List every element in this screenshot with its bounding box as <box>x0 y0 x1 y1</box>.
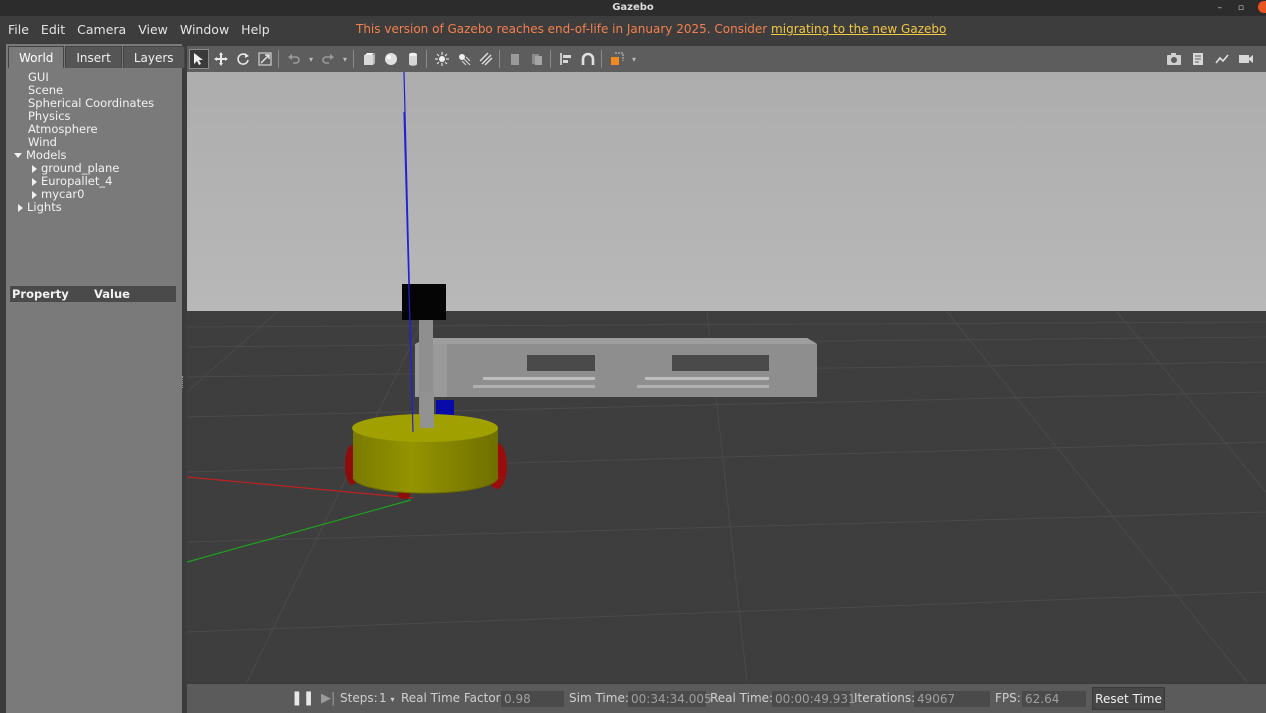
tree-item-label: Europallet_4 <box>41 174 113 188</box>
menu-help[interactable]: Help <box>237 22 274 37</box>
toolbar-separator <box>278 50 279 68</box>
select-arrow-icon[interactable] <box>189 49 209 69</box>
menu-camera[interactable]: Camera <box>73 22 130 37</box>
translate-icon[interactable] <box>211 49 231 69</box>
menu-view[interactable]: View <box>134 22 172 37</box>
fps-label: FPS: <box>995 691 1021 705</box>
eol-text: This version of Gazebo reaches end-of-li… <box>356 22 768 36</box>
world-tree: GUI Scene Spherical Coordinates Physics … <box>8 68 180 283</box>
expand-right-icon[interactable] <box>32 164 37 173</box>
reset-time-button[interactable]: Reset Time <box>1092 687 1165 710</box>
real-time-value: 00:00:49.931 <box>772 691 856 707</box>
close-button[interactable] <box>1258 1 1266 13</box>
title-bar: Gazebo <box>0 0 1266 16</box>
toolbar: ▾ ▾ ▾ <box>187 46 1266 72</box>
panel-splitter[interactable] <box>182 376 185 388</box>
europallet-model <box>415 338 817 397</box>
step-button[interactable]: ▶| <box>321 684 335 713</box>
scene-viewport[interactable] <box>187 72 1266 682</box>
rotate-icon[interactable] <box>233 49 253 69</box>
minimize-button[interactable]: – <box>1218 0 1223 16</box>
tree-item-label: mycar0 <box>41 187 85 201</box>
tree-item-lights[interactable]: Lights <box>18 201 62 214</box>
tab-insert[interactable]: Insert <box>65 46 122 68</box>
toolbar-separator <box>550 50 551 68</box>
undo-icon[interactable] <box>284 49 304 69</box>
left-panel-tabs: World Insert Layers <box>8 46 186 68</box>
migration-link[interactable]: migrating to the new Gazebo <box>771 22 946 36</box>
view-angle-icon[interactable] <box>607 49 627 69</box>
maximize-button[interactable]: ▫ <box>1238 0 1244 16</box>
copy-icon[interactable] <box>505 49 525 69</box>
sim-time-value: 00:34:34.005 <box>628 691 712 707</box>
steps-value[interactable]: 1 ▾ <box>379 684 394 713</box>
magnet-icon[interactable] <box>578 49 598 69</box>
tab-world[interactable]: World <box>8 46 65 68</box>
paste-icon[interactable] <box>527 49 547 69</box>
point-light-icon[interactable] <box>432 49 452 69</box>
expand-right-icon[interactable] <box>32 190 37 199</box>
status-bar: ❚❚ ▶| Steps: 1 ▾ Real Time Factor: 0.98 … <box>187 684 1266 713</box>
sky <box>187 72 1266 312</box>
toolbar-separator <box>499 50 500 68</box>
view-angle-dropdown-icon[interactable]: ▾ <box>629 49 639 69</box>
real-time-factor-label: Real Time Factor: <box>401 691 505 705</box>
iterations-label: Iterations: <box>854 691 916 705</box>
menu-window[interactable]: Window <box>176 22 233 37</box>
value-column-header: Value <box>94 287 130 301</box>
video-icon[interactable] <box>1236 49 1256 69</box>
tree-item-models-label: Models <box>26 148 67 162</box>
toolbar-separator <box>601 50 602 68</box>
expand-down-icon[interactable] <box>14 153 22 158</box>
menu-file[interactable]: File <box>4 22 33 37</box>
chevron-down-icon[interactable]: ▾ <box>390 695 394 704</box>
steps-value-text: 1 <box>379 691 387 705</box>
spot-light-icon[interactable] <box>454 49 474 69</box>
steps-label: Steps: <box>340 691 378 705</box>
undo-dropdown-icon[interactable]: ▾ <box>306 49 316 69</box>
scale-icon[interactable] <box>255 49 275 69</box>
tab-layers[interactable]: Layers <box>122 46 185 68</box>
toolbar-separator <box>426 50 427 68</box>
redo-dropdown-icon[interactable]: ▾ <box>340 49 350 69</box>
toolbar-separator <box>353 50 354 68</box>
sim-time-label: Sim Time: <box>569 691 629 705</box>
real-time-label: Real Time: <box>710 691 774 705</box>
fps-value: 62.64 <box>1022 691 1086 707</box>
cylinder-icon[interactable] <box>403 49 423 69</box>
screenshot-icon[interactable] <box>1164 49 1184 69</box>
menu-bar: File Edit Camera View Window Help This v… <box>0 16 1266 42</box>
align-icon[interactable] <box>556 49 576 69</box>
redo-icon[interactable] <box>318 49 338 69</box>
sphere-icon[interactable] <box>381 49 401 69</box>
end-of-life-notice: This version of Gazebo reaches end-of-li… <box>356 22 946 36</box>
box-icon[interactable] <box>359 49 379 69</box>
iterations-value: 49067 <box>914 691 990 707</box>
property-table-header: Property Value <box>10 286 176 302</box>
expand-right-icon[interactable] <box>18 203 23 212</box>
toolbar-right-group <box>1160 49 1256 69</box>
gazebo-window: Gazebo – ▫ File Edit Camera View Window … <box>0 0 1266 713</box>
pause-button[interactable]: ❚❚ <box>291 684 314 713</box>
expand-right-icon[interactable] <box>32 177 37 186</box>
plot-icon[interactable] <box>1212 49 1232 69</box>
window-title: Gazebo <box>612 2 654 13</box>
log-icon[interactable] <box>1188 49 1208 69</box>
tree-item-lights-label: Lights <box>27 200 62 214</box>
left-panel: World Insert Layers GUI Scene Spherical … <box>6 44 185 713</box>
menu-edit[interactable]: Edit <box>37 22 69 37</box>
real-time-factor-value: 0.98 <box>501 691 564 707</box>
property-column-header: Property <box>12 287 69 301</box>
tree-item-label: ground_plane <box>41 161 120 175</box>
directional-light-icon[interactable] <box>476 49 496 69</box>
